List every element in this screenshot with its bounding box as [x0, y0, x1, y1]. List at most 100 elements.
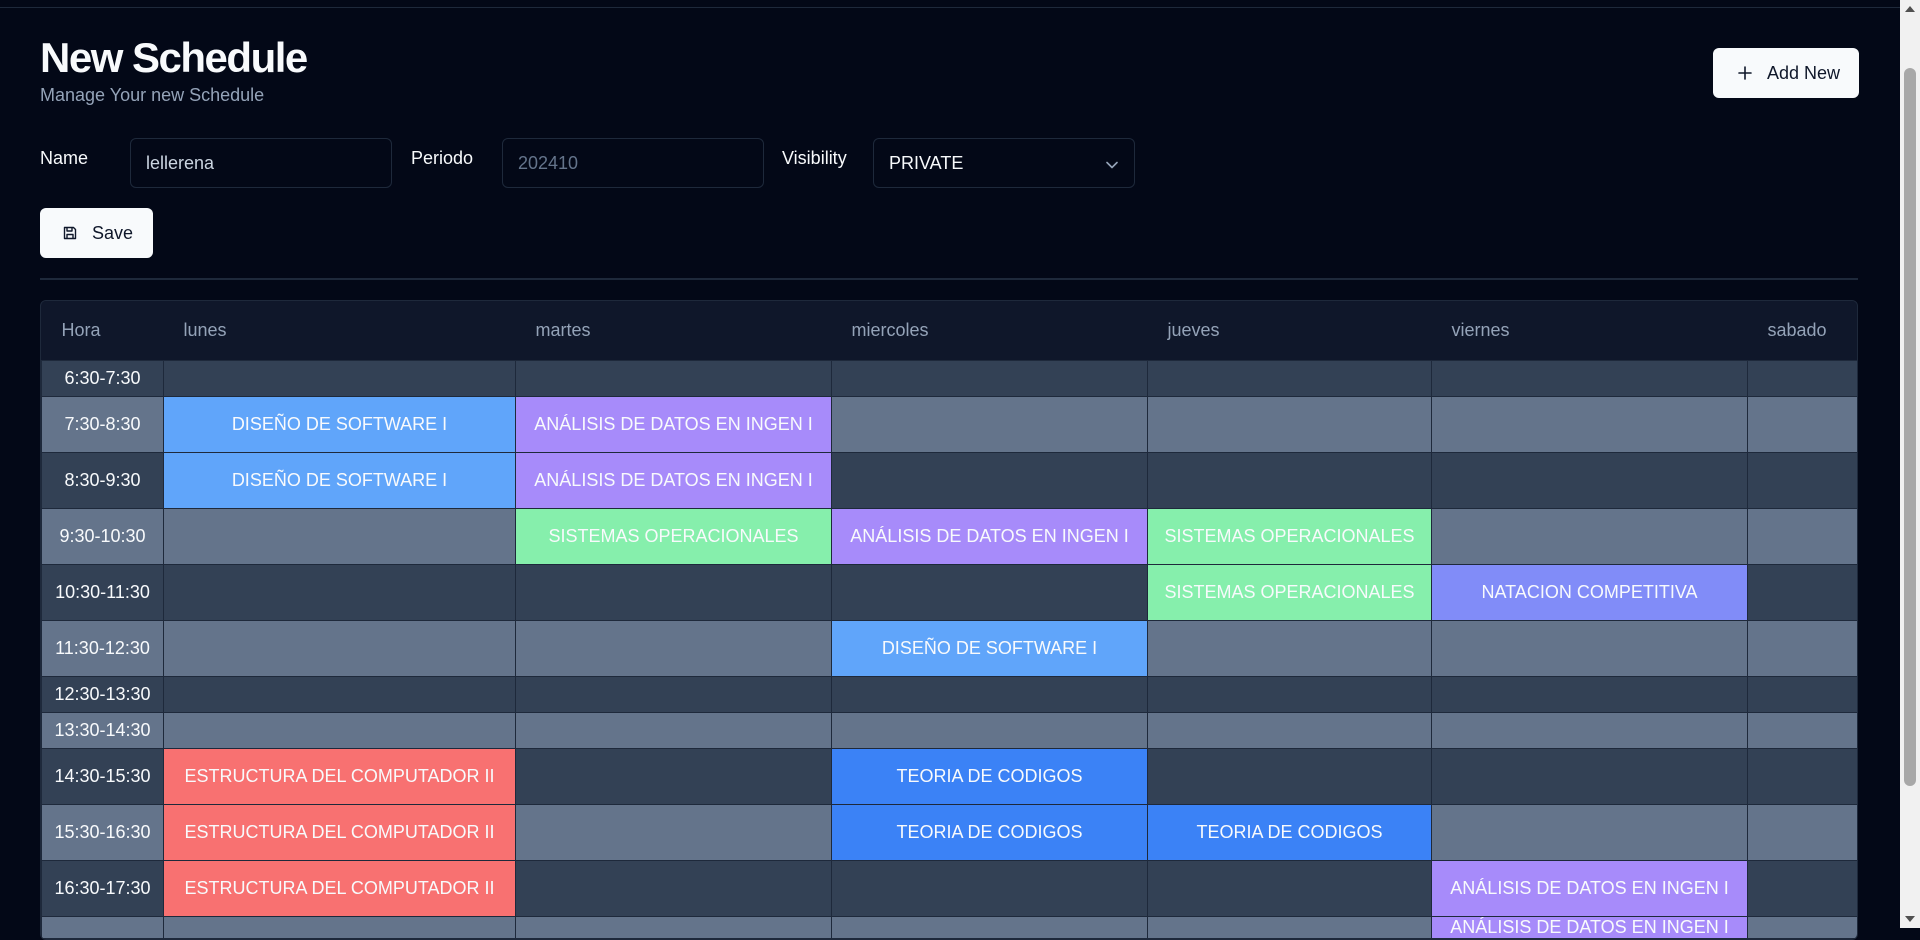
course-block[interactable]: SISTEMAS OPERACIONALES [1147, 563, 1432, 621]
time-slot-cell: 12:30-13:30 [41, 675, 164, 713]
column-header-martes: martes [515, 301, 832, 361]
time-slot-cell: 11:30-12:30 [41, 619, 164, 677]
scroll-down-arrow-icon[interactable] [1905, 916, 1915, 922]
empty-slot-cell[interactable] [163, 507, 516, 565]
course-block[interactable]: ANÁLISIS DE DATOS EN INGEN I [1431, 915, 1748, 939]
empty-slot-cell[interactable] [1147, 395, 1432, 453]
course-block[interactable]: ESTRUCTURA DEL COMPUTADOR II [163, 803, 516, 861]
empty-slot-cell[interactable] [515, 675, 832, 713]
empty-slot-cell[interactable] [1431, 803, 1748, 861]
course-block[interactable]: NATACION COMPETITIVA [1431, 563, 1748, 621]
empty-slot-cell[interactable] [831, 451, 1148, 509]
empty-slot-cell[interactable] [1431, 747, 1748, 805]
empty-slot-cell[interactable] [1747, 803, 1857, 861]
course-block[interactable]: ANÁLISIS DE DATOS EN INGEN I [831, 507, 1148, 565]
empty-slot-cell[interactable] [515, 747, 832, 805]
empty-slot-cell[interactable] [1431, 451, 1748, 509]
empty-slot-cell[interactable] [831, 359, 1148, 397]
column-header-hora: Hora [41, 301, 164, 361]
empty-slot-cell[interactable] [1147, 451, 1432, 509]
course-block[interactable]: SISTEMAS OPERACIONALES [1147, 507, 1432, 565]
empty-slot-cell[interactable] [1431, 711, 1748, 749]
course-block[interactable]: TEORIA DE CODIGOS [831, 803, 1148, 861]
empty-slot-cell[interactable] [163, 711, 516, 749]
empty-slot-cell[interactable] [1747, 915, 1857, 939]
course-block[interactable]: ESTRUCTURA DEL COMPUTADOR II [163, 859, 516, 917]
empty-slot-cell[interactable] [1747, 859, 1857, 917]
periodo-label: Periodo [411, 148, 474, 168]
empty-slot-cell[interactable] [831, 859, 1148, 917]
course-block[interactable]: SISTEMAS OPERACIONALES [515, 507, 832, 565]
empty-slot-cell[interactable] [831, 675, 1148, 713]
empty-slot-cell[interactable] [1431, 359, 1748, 397]
empty-slot-cell[interactable] [515, 915, 832, 939]
course-block[interactable]: ANÁLISIS DE DATOS EN INGEN I [1431, 859, 1748, 917]
chevron-down-icon [1106, 153, 1118, 174]
empty-slot-cell[interactable] [515, 803, 832, 861]
empty-slot-cell[interactable] [1747, 747, 1857, 805]
empty-slot-cell[interactable] [831, 915, 1148, 939]
empty-slot-cell[interactable] [1747, 359, 1857, 397]
column-header-lunes: lunes [163, 301, 516, 361]
column-header-sabado: sabado [1747, 301, 1857, 361]
course-block[interactable]: ANÁLISIS DE DATOS EN INGEN I [515, 451, 832, 509]
course-block[interactable]: ESTRUCTURA DEL COMPUTADOR II [163, 747, 516, 805]
empty-slot-cell[interactable] [515, 859, 832, 917]
column-header-miercoles: miercoles [831, 301, 1148, 361]
empty-slot-cell[interactable] [515, 711, 832, 749]
empty-slot-cell[interactable] [515, 359, 832, 397]
time-slot-cell [41, 915, 164, 939]
page-scrollbar[interactable] [1900, 0, 1920, 928]
time-slot-cell: 8:30-9:30 [41, 451, 164, 509]
empty-slot-cell[interactable] [831, 711, 1148, 749]
empty-slot-cell[interactable] [1431, 619, 1748, 677]
empty-slot-cell[interactable] [163, 563, 516, 621]
time-slot-cell: 14:30-15:30 [41, 747, 164, 805]
empty-slot-cell[interactable] [163, 675, 516, 713]
empty-slot-cell[interactable] [1747, 395, 1857, 453]
empty-slot-cell[interactable] [1747, 507, 1857, 565]
empty-slot-cell[interactable] [163, 619, 516, 677]
empty-slot-cell[interactable] [1747, 711, 1857, 749]
course-block[interactable]: TEORIA DE CODIGOS [1147, 803, 1432, 861]
empty-slot-cell[interactable] [831, 395, 1148, 453]
empty-slot-cell[interactable] [831, 563, 1148, 621]
column-header-viernes: viernes [1431, 301, 1748, 361]
empty-slot-cell[interactable] [1147, 747, 1432, 805]
empty-slot-cell[interactable] [1747, 563, 1857, 621]
visibility-select-value: PRIVATE [889, 152, 964, 173]
name-label: Name [40, 148, 89, 168]
empty-slot-cell[interactable] [515, 619, 832, 677]
empty-slot-cell[interactable] [1147, 711, 1432, 749]
section-divider [40, 278, 1858, 280]
empty-slot-cell[interactable] [163, 359, 516, 397]
name-input[interactable]: lellerena [130, 138, 392, 188]
empty-slot-cell[interactable] [163, 915, 516, 939]
empty-slot-cell[interactable] [1147, 859, 1432, 917]
empty-slot-cell[interactable] [515, 563, 832, 621]
empty-slot-cell[interactable] [1147, 915, 1432, 939]
empty-slot-cell[interactable] [1147, 619, 1432, 677]
empty-slot-cell[interactable] [1431, 675, 1748, 713]
empty-slot-cell[interactable] [1431, 507, 1748, 565]
course-block[interactable]: ANÁLISIS DE DATOS EN INGEN I [515, 395, 832, 453]
empty-slot-cell[interactable] [1747, 619, 1857, 677]
save-button[interactable]: Save [40, 208, 153, 258]
empty-slot-cell[interactable] [1147, 359, 1432, 397]
course-block[interactable]: DISEÑO DE SOFTWARE I [163, 451, 516, 509]
add-new-button[interactable]: Add New [1713, 48, 1859, 98]
empty-slot-cell[interactable] [1431, 395, 1748, 453]
course-block[interactable]: TEORIA DE CODIGOS [831, 747, 1148, 805]
visibility-select[interactable]: PRIVATE [873, 138, 1135, 188]
course-block[interactable]: DISEÑO DE SOFTWARE I [163, 395, 516, 453]
periodo-input[interactable]: 202410 [502, 138, 764, 188]
empty-slot-cell[interactable] [1147, 675, 1432, 713]
empty-slot-cell[interactable] [1747, 451, 1857, 509]
scroll-thumb[interactable] [1904, 68, 1916, 786]
scroll-up-arrow-icon[interactable] [1905, 6, 1915, 12]
course-block[interactable]: DISEÑO DE SOFTWARE I [831, 619, 1148, 677]
schedule-page: New Schedule Manage Your new Schedule Ad… [40, 0, 1859, 940]
column-header-jueves: jueves [1147, 301, 1432, 361]
empty-slot-cell[interactable] [1747, 675, 1857, 713]
schedule-body: 6:30-7:30 7:30-8:30 DISEÑO DE SOFTWARE I AN… [41, 359, 1857, 939]
